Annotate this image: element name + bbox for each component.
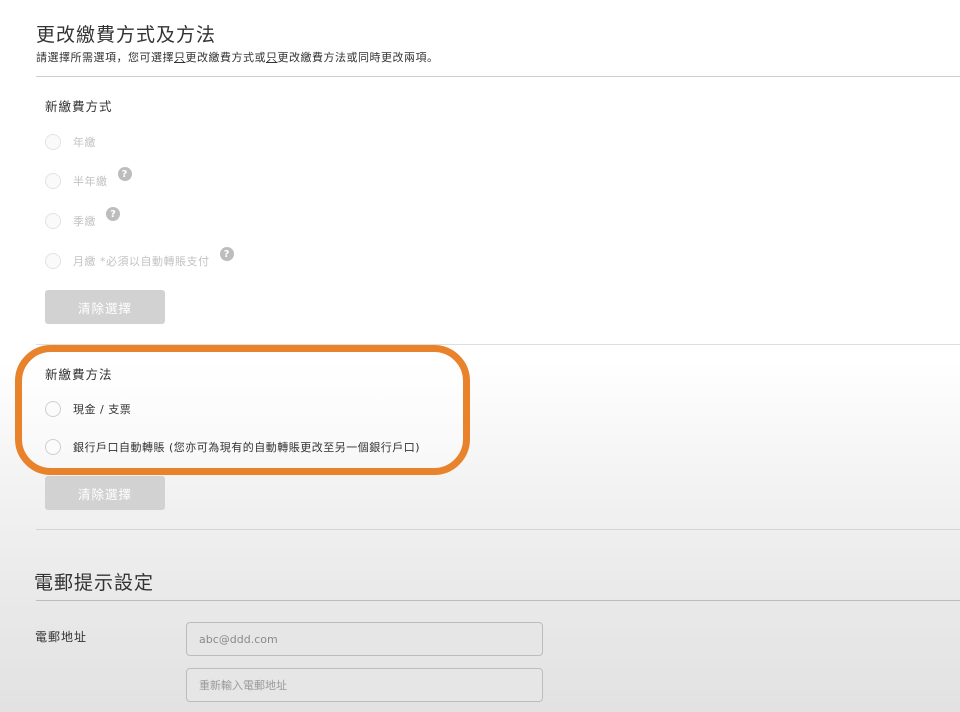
header-divider: [36, 76, 960, 77]
radio-quarterly[interactable]: [45, 213, 61, 229]
radio-monthly[interactable]: [45, 253, 61, 269]
page-title: 更改繳費方式及方法: [36, 24, 217, 46]
email-label: 電郵地址: [35, 630, 88, 644]
option-label: 年繳: [73, 136, 96, 149]
payment-mode-option-quarterly[interactable]: 季繳 ?: [45, 207, 120, 232]
email-input[interactable]: [186, 622, 543, 656]
payment-mode-option-annual[interactable]: 年繳: [45, 131, 96, 153]
option-label: 月繳 *必須以自動轉賬支付: [73, 255, 210, 268]
option-label: 季繳: [73, 215, 96, 228]
radio-autopay[interactable]: [45, 439, 61, 455]
radio-cash[interactable]: [45, 401, 61, 417]
option-label: 半年繳: [73, 175, 108, 188]
payment-method-option-autopay[interactable]: 銀行戶口自動轉賬 (您亦可為現有的自動轉賬更改至另一個銀行戶口): [45, 436, 420, 458]
option-label: 現金 / 支票: [73, 403, 132, 416]
help-icon[interactable]: ?: [219, 247, 234, 261]
section-divider: [36, 529, 960, 530]
page-subtitle: 請選擇所需選項，您可選擇只更改繳費方式或只更改繳費方法或同時更改兩項。: [36, 51, 439, 64]
help-icon[interactable]: ?: [106, 207, 120, 221]
help-icon[interactable]: ?: [117, 167, 132, 181]
payment-method-option-cash[interactable]: 現金 / 支票: [45, 398, 131, 420]
payment-mode-option-semiannual[interactable]: 半年繳 ?: [45, 167, 132, 192]
confirm-email-input[interactable]: [186, 668, 543, 702]
clear-payment-method-button[interactable]: 清除選擇: [45, 476, 165, 510]
radio-annual[interactable]: [45, 134, 61, 150]
payment-mode-label: 新繳費方式: [45, 99, 113, 114]
option-label: 銀行戶口自動轉賬 (您亦可為現有的自動轉賬更改至另一個銀行戶口): [73, 441, 421, 454]
clear-payment-mode-button[interactable]: 清除選擇: [45, 290, 165, 324]
radio-semiannual[interactable]: [45, 173, 61, 189]
email-divider: [36, 600, 960, 601]
payment-method-label: 新繳費方法: [45, 367, 113, 382]
email-section-title: 電郵提示設定: [34, 572, 155, 594]
payment-mode-option-monthly[interactable]: 月繳 *必須以自動轉賬支付 ?: [45, 247, 234, 272]
